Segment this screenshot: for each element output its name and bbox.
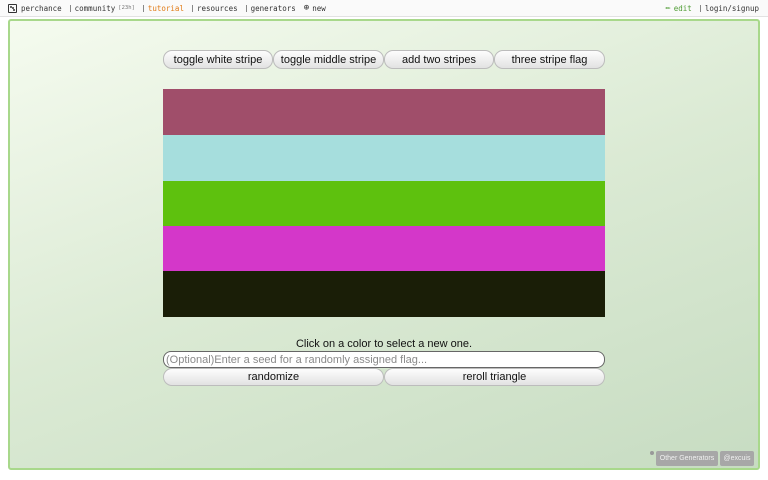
generators-icon [245, 4, 247, 12]
toggle-middle-stripe-button[interactable]: toggle middle stripe [273, 50, 384, 69]
community-icon [69, 4, 71, 12]
dice-icon [8, 3, 17, 13]
flag-stripe-1[interactable] [163, 89, 605, 135]
nav-resources[interactable]: resources [191, 3, 238, 13]
tutorial-label: tutorial [147, 3, 184, 13]
generators-label: generators [250, 3, 296, 13]
nav-new[interactable]: ⊕ new [303, 2, 326, 13]
resources-icon [191, 4, 193, 12]
nav-community[interactable]: community [23h] [69, 3, 135, 13]
top-nav-bar: perchance community [23h] tutorial resou… [0, 0, 768, 17]
nav-edit[interactable]: ✏ edit [665, 3, 692, 14]
nav-generators[interactable]: generators [245, 3, 296, 13]
nav-brand[interactable]: perchance [8, 3, 62, 13]
three-stripe-flag-button[interactable]: three stripe flag [494, 50, 605, 69]
randomize-button[interactable]: randomize [163, 368, 384, 386]
pencil-icon: ✏ [665, 3, 671, 13]
author-link[interactable]: @excuis [720, 451, 754, 466]
flag-stripe-3[interactable] [163, 181, 605, 226]
brand-label: perchance [21, 3, 62, 13]
community-count: [23h] [118, 5, 135, 11]
new-label: new [312, 3, 326, 13]
add-two-stripes-button[interactable]: add two stripes [384, 50, 494, 69]
tutorial-icon [142, 4, 144, 12]
flag-stripe-4[interactable] [163, 226, 605, 271]
resources-label: resources [196, 3, 238, 13]
login-icon [699, 5, 701, 12]
seed-input[interactable]: (Optional)Enter a seed for a randomly as… [163, 351, 605, 368]
instruction-text: Click on a color to select a new one. [295, 338, 473, 350]
dot-icon [650, 451, 654, 455]
edit-label: edit [673, 4, 692, 13]
flag-stripe-5[interactable] [163, 271, 605, 317]
other-generators-button[interactable]: Other Generators [656, 451, 718, 466]
login-label: login/signup [704, 4, 759, 13]
plus-circle-icon: ⊕ [303, 2, 310, 13]
nav-tutorial[interactable]: tutorial [142, 3, 184, 13]
nav-login[interactable]: login/signup [699, 4, 759, 13]
toggle-white-stripe-button[interactable]: toggle white stripe [163, 50, 273, 69]
flag-stripe-2[interactable] [163, 135, 605, 181]
seed-placeholder: (Optional)Enter a seed for a randomly as… [166, 353, 428, 366]
reroll-triangle-button[interactable]: reroll triangle [384, 368, 605, 386]
community-label: community [74, 3, 116, 13]
